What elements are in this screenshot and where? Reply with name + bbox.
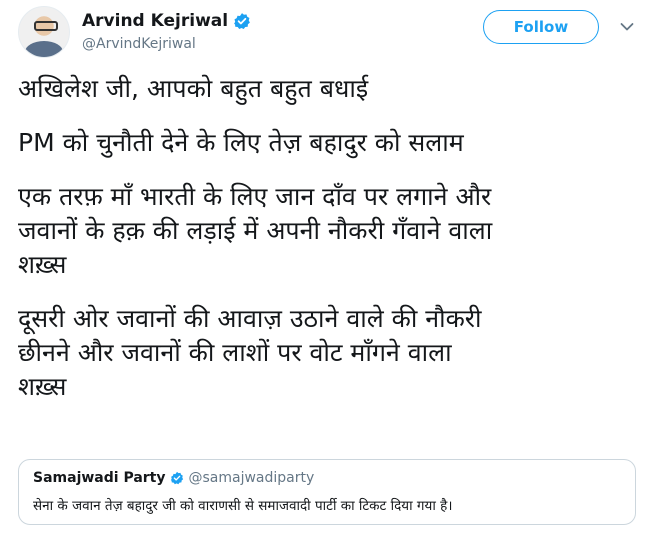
quoted-tweet-header: Samajwadi Party @samajwadiparty xyxy=(33,470,314,486)
tweet-header: Arvind Kejriwal @ArvindKejriwal Follow xyxy=(14,6,638,58)
tweet-paragraph: दूसरी ओर जवानों की आवाज़ उठाने वाले की न… xyxy=(18,304,482,401)
avatar[interactable] xyxy=(18,6,70,58)
tweet-paragraph: एक तरफ़ माँ भारती के लिए जान दाँव पर लगा… xyxy=(18,182,493,279)
tweet-paragraph: PM को चुनौती देने के लिए तेज़ बहादुर को … xyxy=(18,128,464,157)
chevron-down-icon[interactable] xyxy=(620,22,634,32)
author-name-row: Arvind Kejriwal xyxy=(82,11,251,31)
author-handle[interactable]: @ArvindKejriwal xyxy=(82,36,196,52)
quoted-author-name: Samajwadi Party xyxy=(33,470,166,486)
quoted-tweet-card[interactable]: Samajwadi Party @samajwadiparty सेना के … xyxy=(18,459,636,525)
tweet-text: अखिलेश जी, आपको बहुत बहुत बधाई PM को चुन… xyxy=(18,72,633,424)
follow-button[interactable]: Follow xyxy=(483,10,599,44)
avatar-shoulders xyxy=(25,41,63,57)
quoted-tweet-text: सेना के जवान तेज़ बहादुर जी को वाराणसी स… xyxy=(33,498,453,514)
verified-badge-icon xyxy=(170,471,183,485)
quoted-author-handle: @samajwadiparty xyxy=(188,470,315,486)
verified-badge-icon xyxy=(234,13,250,30)
avatar-glasses xyxy=(34,21,58,31)
author-name[interactable]: Arvind Kejriwal xyxy=(82,11,228,31)
tweet-paragraph: अखिलेश जी, आपको बहुत बहुत बधाई xyxy=(18,74,369,103)
